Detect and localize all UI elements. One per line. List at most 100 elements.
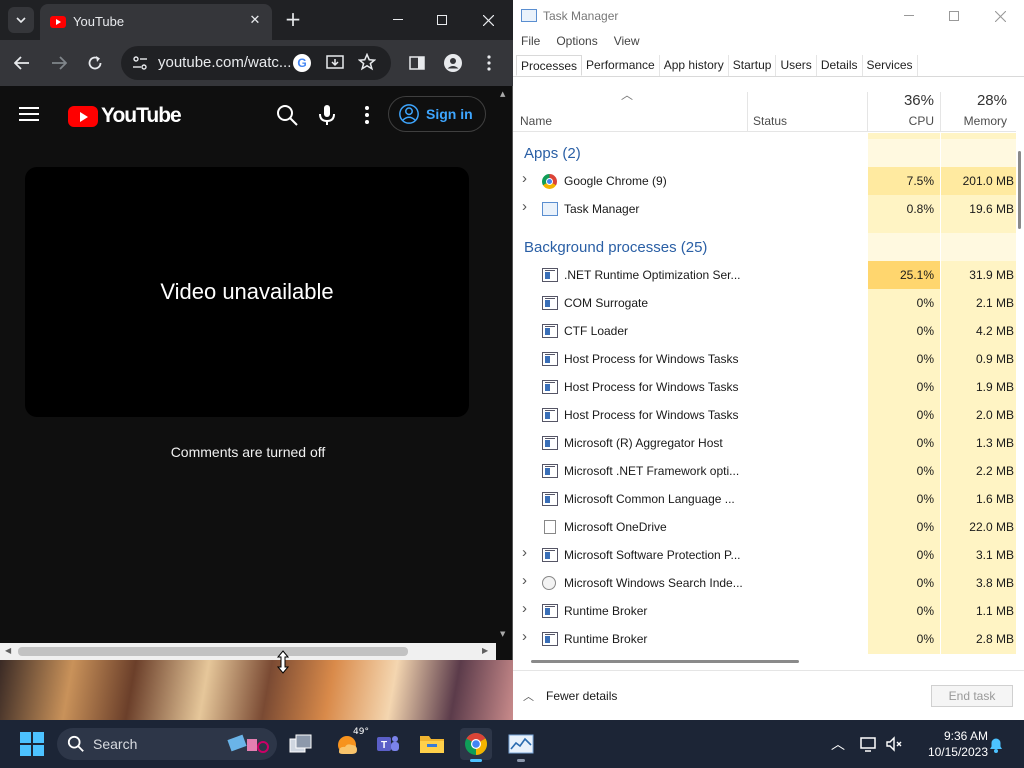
bookmark-star-icon[interactable] [358, 53, 376, 71]
expand-chevron-icon[interactable]: › [522, 544, 527, 561]
column-divider[interactable] [747, 92, 748, 132]
profile-button[interactable] [439, 49, 467, 77]
guide-menu-icon[interactable] [19, 107, 39, 121]
network-display-icon[interactable] [859, 734, 879, 754]
process-row[interactable]: .NET Runtime Optimization Ser... 25.1% 31.… [513, 261, 1016, 289]
process-memory: 31.9 MB [941, 261, 1016, 289]
taskbar-task-view[interactable] [285, 728, 317, 760]
tm-maximize-button[interactable] [931, 0, 977, 32]
process-row[interactable]: › Task Manager 0.8% 19.6 MB [513, 195, 1016, 223]
menu-options[interactable]: Options [548, 32, 605, 52]
column-header-memory[interactable]: Memory [943, 114, 1007, 128]
scroll-up-arrow-icon[interactable]: ▲ [500, 90, 505, 98]
column-header-name[interactable]: Name [520, 114, 552, 128]
install-app-icon[interactable] [326, 54, 344, 72]
side-panel-button[interactable] [403, 49, 431, 77]
tm-minimize-button[interactable] [886, 0, 932, 32]
tab-search-button[interactable] [8, 7, 34, 33]
back-button[interactable] [8, 49, 36, 77]
menu-file[interactable]: File [513, 32, 548, 52]
close-window-button[interactable] [465, 0, 511, 40]
column-header-cpu[interactable]: CPU [870, 114, 934, 128]
process-row[interactable]: › Runtime Broker 0% 1.1 MB [513, 597, 1016, 625]
fewer-details-button[interactable]: ︿ Fewer details [523, 688, 617, 704]
process-row[interactable]: Microsoft .NET Framework opti... 0% 2.2 MB [513, 457, 1016, 485]
tab-app-history[interactable]: App history [660, 55, 729, 76]
maximize-button[interactable] [419, 0, 465, 40]
volume-muted-icon[interactable] [884, 734, 904, 754]
expand-chevron-icon[interactable]: › [522, 572, 527, 589]
tm-close-button[interactable] [977, 0, 1023, 32]
process-row[interactable]: › Microsoft Software Protection P... 0% 3.1… [513, 541, 1016, 569]
taskbar-weather-widget[interactable]: 49° [332, 727, 369, 760]
process-group-header[interactable]: Background processes (25) [513, 233, 1016, 261]
minimize-button[interactable] [375, 0, 421, 40]
process-row[interactable]: Host Process for Windows Tasks 0% 1.9 MB [513, 373, 1016, 401]
taskbar-clock[interactable]: 9:36 AM 10/15/2023 [912, 728, 988, 760]
reload-button[interactable] [81, 49, 109, 77]
taskbar-search-box[interactable]: Search [57, 728, 277, 760]
site-info-icon[interactable] [131, 54, 149, 72]
expand-chevron-icon[interactable]: › [522, 600, 527, 617]
process-cpu: 0.8% [868, 195, 940, 223]
address-bar[interactable]: youtube.com/watc... G [121, 46, 391, 80]
close-tab-icon[interactable]: ✕ [246, 12, 264, 30]
taskbar-chrome[interactable] [460, 728, 492, 762]
memory-total-percent[interactable]: 28% [943, 92, 1007, 109]
menu-view[interactable]: View [606, 32, 648, 52]
process-row[interactable]: › Microsoft Windows Search Inde... 0% 3.8 M… [513, 569, 1016, 597]
process-row[interactable]: Microsoft OneDrive 0% 22.0 MB [513, 513, 1016, 541]
process-row[interactable]: CTF Loader 0% 4.2 MB [513, 317, 1016, 345]
expand-chevron-icon[interactable]: › [522, 628, 527, 645]
process-group-header[interactable]: Apps (2) [513, 139, 1016, 167]
forward-button[interactable] [45, 49, 73, 77]
tab-details[interactable]: Details [817, 55, 863, 76]
task-manager-titlebar: Task Manager [513, 0, 1024, 32]
tab-services[interactable]: Services [863, 55, 918, 76]
sign-in-button[interactable]: Sign in [388, 96, 486, 132]
notification-bell-icon[interactable] [986, 734, 1006, 754]
microphone-icon[interactable] [315, 103, 339, 127]
tab-performance[interactable]: Performance [582, 55, 660, 76]
scroll-left-arrow-icon[interactable]: ◀ [5, 646, 11, 655]
page-vertical-scrollbar[interactable]: ▲ ▼ [496, 86, 512, 643]
expand-chevron-icon[interactable]: › [522, 170, 527, 187]
process-row[interactable]: Host Process for Windows Tasks 0% 0.9 MB [513, 345, 1016, 373]
new-tab-button[interactable]: + [282, 7, 304, 31]
cpu-total-percent[interactable]: 36% [870, 92, 934, 109]
vertical-scroll-thumb[interactable] [1018, 151, 1021, 229]
taskbar: Search 49° T ︿ 9:36 AM 10/15/2023 [0, 720, 1024, 768]
process-list-horizontal-scroll-thumb[interactable] [531, 660, 799, 663]
google-lens-icon[interactable]: G [293, 54, 311, 72]
process-row[interactable]: › Google Chrome (9) 7.5% 201.0 MB [513, 167, 1016, 195]
url-text[interactable]: youtube.com/watc... [158, 54, 291, 71]
end-task-button[interactable]: End task [931, 685, 1013, 707]
taskbar-task-manager[interactable] [505, 728, 537, 762]
process-row[interactable]: Microsoft (R) Aggregator Host 0% 1.3 MB [513, 429, 1016, 457]
show-hidden-icons-chevron-icon[interactable]: ︿ [828, 734, 848, 754]
tab-users[interactable]: Users [776, 55, 817, 76]
tab-processes[interactable]: Processes [516, 55, 583, 76]
process-row[interactable]: Host Process for Windows Tasks 0% 2.0 MB [513, 401, 1016, 429]
tab-startup[interactable]: Startup [729, 55, 777, 76]
column-divider[interactable] [867, 92, 868, 132]
chrome-menu-button[interactable] [475, 49, 503, 77]
process-row[interactable]: COM Surrogate 0% 2.1 MB [513, 289, 1016, 317]
process-row[interactable]: Microsoft Common Language ... 0% 1.6 MB [513, 485, 1016, 513]
scroll-right-arrow-icon[interactable]: ▶ [482, 646, 488, 655]
taskbar-file-explorer[interactable] [416, 728, 448, 760]
scroll-down-arrow-icon[interactable]: ▼ [500, 630, 505, 638]
horizontal-scroll-thumb[interactable] [18, 647, 408, 656]
start-button[interactable] [20, 732, 44, 756]
expand-chevron-icon[interactable]: › [522, 198, 527, 215]
column-header-status[interactable]: Status [753, 114, 787, 128]
search-icon[interactable] [275, 103, 299, 127]
column-divider[interactable] [940, 92, 941, 132]
process-list-vertical-scrollbar[interactable] [1016, 133, 1024, 654]
taskbar-teams[interactable]: T [372, 728, 404, 760]
tab-youtube[interactable]: YouTube ✕ [40, 4, 272, 40]
process-row[interactable]: › Runtime Broker 0% 2.8 MB [513, 625, 1016, 653]
more-vertical-icon[interactable] [355, 103, 379, 127]
page-horizontal-scrollbar[interactable]: ◀ ▶ [0, 643, 496, 660]
video-player[interactable]: Video unavailable [25, 167, 469, 417]
